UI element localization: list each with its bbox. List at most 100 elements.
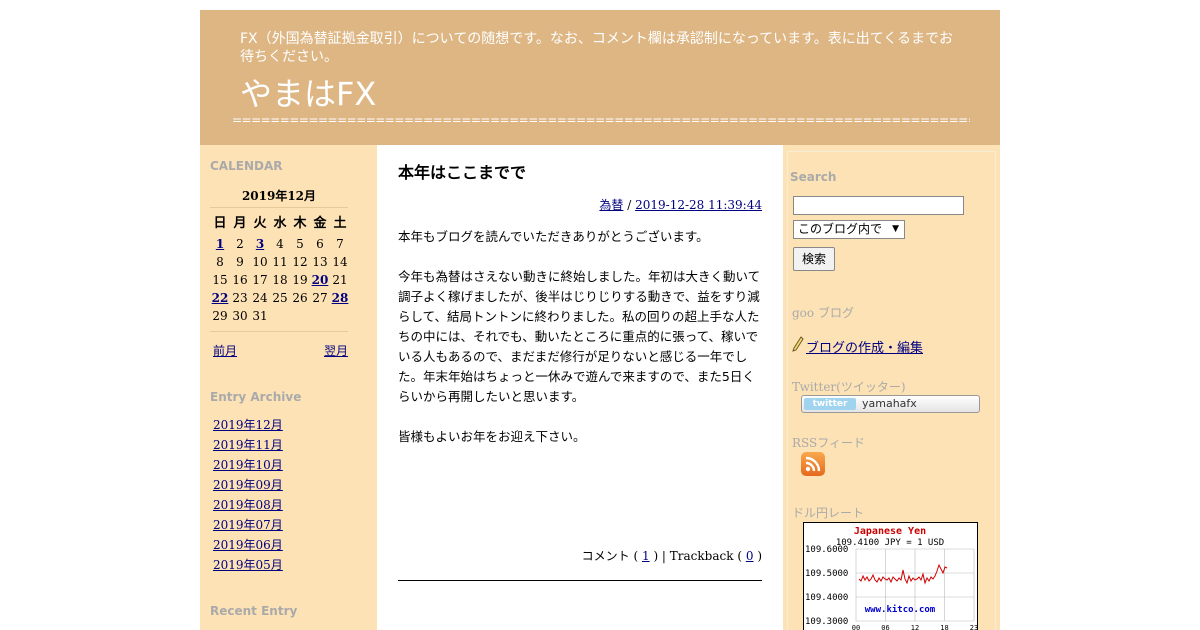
calendar-day-link[interactable]: 1 <box>216 237 224 251</box>
y-tick-label: 109.4000 <box>805 593 848 603</box>
y-tick-label: 109.5000 <box>805 569 848 579</box>
post-date-link[interactable]: 2019-12-28 11:39:44 <box>635 198 762 212</box>
search-scope-value: このブログ内で <box>798 222 883 236</box>
calendar-day: 12 <box>292 255 308 269</box>
calendar-day: 4 <box>276 237 284 251</box>
post-category-link[interactable]: 為替 <box>599 198 623 212</box>
right-sidebar: Search このブログ内で ▼ 検索 goo ブログ ブログの作成・編集 Twi… <box>783 145 1000 630</box>
archive-item[interactable]: 2019年08月 <box>213 495 283 515</box>
archive-list: 2019年12月 2019年11月 2019年10月 2019年09月 2019… <box>213 415 283 575</box>
calendar-day: 21 <box>332 273 348 287</box>
calendar-day: 14 <box>332 255 348 269</box>
calendar-table: 日 月 火 水 木 金 土 1 2 3 4 5 6 7 8 9 10 11 12… <box>210 213 350 325</box>
calendar-day: 18 <box>272 273 288 287</box>
calendar-divider-top <box>210 207 348 208</box>
calendar-caption: 2019年12月 <box>241 189 317 203</box>
calendar-day[interactable]: 3 <box>250 235 270 253</box>
goo-blog-edit-link[interactable]: ブログの作成・編集 <box>806 337 923 356</box>
archive-heading: Entry Archive <box>210 390 302 404</box>
calendar-day[interactable]: 28 <box>330 289 350 307</box>
x-tick-label: 00 <box>852 624 860 630</box>
blog-header: FX（外国為替証拠金取引）についての随想です。なお、コメント欄は承認制になってい… <box>200 10 1000 145</box>
x-tick-label: 18 <box>940 624 948 630</box>
calendar-day: 6 <box>316 237 324 251</box>
twitter-follow-badge[interactable]: twitter yamahafx <box>801 395 980 413</box>
calendar-day-link[interactable]: 3 <box>256 237 264 251</box>
calendar-day: 27 <box>312 291 328 305</box>
archive-item[interactable]: 2019年11月 <box>213 435 283 455</box>
calendar-day <box>290 307 310 325</box>
weekday-mon: 月 <box>233 216 247 231</box>
archive-item[interactable]: 2019年05月 <box>213 555 283 575</box>
calendar-day: 7 <box>336 237 344 251</box>
chart-watermark: www.kitco.com <box>865 604 936 615</box>
trackback-count-link[interactable]: 0 <box>746 549 754 563</box>
calendar-day[interactable]: 20 <box>310 271 330 289</box>
calendar-day <box>330 307 350 325</box>
recent-entry-heading: Recent Entry <box>210 604 298 618</box>
goo-blog-heading: goo ブログ <box>792 306 854 320</box>
x-tick-label: 06 <box>881 624 889 630</box>
post-title[interactable]: 本年はここまでで <box>398 159 526 183</box>
calendar-day: 25 <box>272 291 288 305</box>
calendar-day-link[interactable]: 22 <box>212 291 229 305</box>
calendar-prev-link[interactable]: 前月 <box>213 342 237 359</box>
archive-item[interactable]: 2019年12月 <box>213 415 283 435</box>
y-tick-label: 109.3000 <box>805 617 848 627</box>
chart-y-ticks: 109.6000 109.5000 109.4000 109.3000 <box>805 545 848 627</box>
weekday-fri: 金 <box>313 216 327 231</box>
chart-x-ticks: 00 06 12 18 23 <box>852 624 977 630</box>
calendar-day: 16 <box>232 273 248 287</box>
weekday-tue: 火 <box>253 216 267 231</box>
comment-label: コメント ( <box>581 549 639 563</box>
archive-item[interactable]: 2019年10月 <box>213 455 283 475</box>
calendar-day[interactable]: 22 <box>210 289 230 307</box>
post-paragraph: 皆様もよいお年をお迎え下さい。 <box>398 429 586 444</box>
calendar-week: 22 23 24 25 26 27 28 <box>210 289 350 307</box>
search-scope-select[interactable]: このブログ内で ▼ <box>793 220 905 239</box>
archive-item[interactable]: 2019年06月 <box>213 535 283 555</box>
calendar-day-link[interactable]: 28 <box>332 291 349 305</box>
blog-title[interactable]: やまはFX <box>240 74 376 114</box>
comment-count-link[interactable]: 1 <box>642 549 650 563</box>
calendar-day: 30 <box>232 309 248 323</box>
weekday-thu: 木 <box>293 216 307 231</box>
calendar-day-link[interactable]: 20 <box>312 273 329 287</box>
calendar-next-link[interactable]: 翌月 <box>324 342 348 359</box>
calendar-day: 5 <box>296 237 304 251</box>
search-button[interactable]: 検索 <box>793 247 835 271</box>
rss-icon[interactable] <box>801 452 825 476</box>
calendar-day: 19 <box>292 273 308 287</box>
post-body: 本年もブログを読んでいただきありがとうございます。 今年も為替はさえない動きに終… <box>398 227 764 467</box>
calendar-day: 17 <box>252 273 268 287</box>
chevron-down-icon: ▼ <box>892 224 899 234</box>
weekday-wed: 水 <box>273 216 287 231</box>
post-divider <box>398 580 762 581</box>
post-meta: 為替 / 2019-12-28 11:39:44 <box>599 196 762 213</box>
calendar-day: 29 <box>212 309 228 323</box>
main-content: 本年はここまでで 為替 / 2019-12-28 11:39:44 本年もブログ… <box>377 145 783 630</box>
rate-chart-svg: Japanese Yen 109.4100 JPY = 1 USD 109.60… <box>805 526 977 630</box>
calendar-day[interactable]: 1 <box>210 235 230 253</box>
blog-description: FX（外国為替証拠金取引）についての随想です。なお、コメント欄は承認制になってい… <box>240 31 954 65</box>
usdjpy-rate-chart[interactable]: Japanese Yen 109.4100 JPY = 1 USD 109.60… <box>803 522 978 630</box>
twitter-username: yamahafx <box>862 397 917 410</box>
calendar-week: 1 2 3 4 5 6 7 <box>210 235 350 253</box>
search-input[interactable] <box>793 196 964 215</box>
search-heading: Search <box>790 170 837 184</box>
rate-series-line <box>858 563 948 585</box>
post-paragraph: 本年もブログを読んでいただきありがとうございます。 <box>398 229 709 244</box>
archive-item[interactable]: 2019年09月 <box>213 475 283 495</box>
calendar-week: 8 9 10 11 12 13 14 <box>210 253 350 271</box>
archive-item[interactable]: 2019年07月 <box>213 515 283 535</box>
x-tick-label: 23 <box>970 624 977 630</box>
calendar-day: 9 <box>236 255 244 269</box>
chart-quote: 109.4100 JPY = 1 USD <box>836 538 944 548</box>
calendar-week: 15 16 17 18 19 20 21 <box>210 271 350 289</box>
calendar-day: 11 <box>272 255 288 269</box>
weekday-sun: 日 <box>213 216 227 231</box>
close-paren: ) <box>757 549 762 563</box>
calendar-weekday-row: 日 月 火 水 木 金 土 <box>210 213 350 235</box>
calendar-day: 15 <box>212 273 228 287</box>
weekday-sat: 土 <box>333 216 347 231</box>
